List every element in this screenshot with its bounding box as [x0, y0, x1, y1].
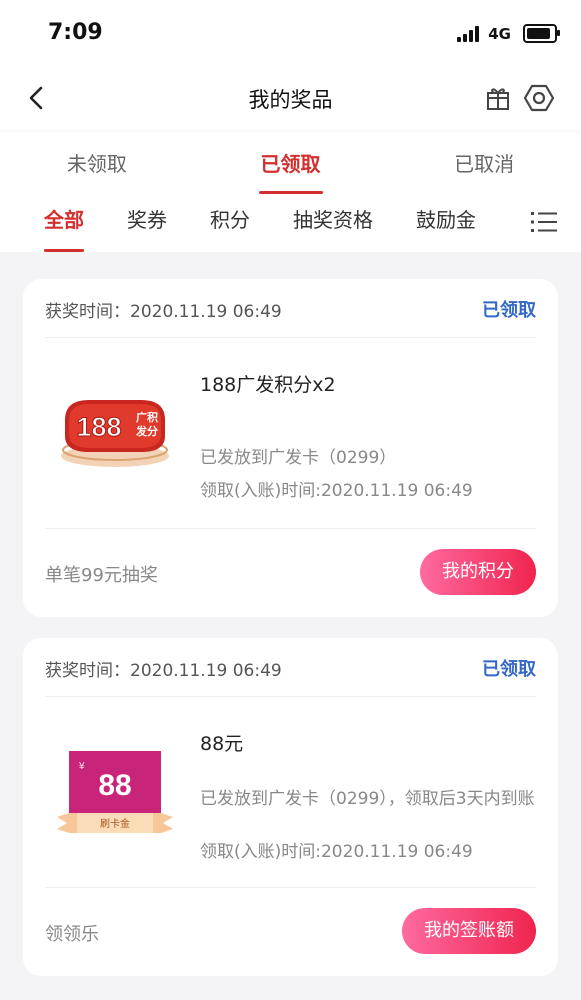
- card-header: 获奖时间：2020.11.19 06:49 已领取: [45, 638, 536, 697]
- win-time: 获奖时间：2020.11.19 06:49: [45, 661, 282, 681]
- delivery-info: 已发放到广发卡（0299），领取后3天内到账: [200, 789, 535, 809]
- prize-image-ribbon: 刷卡金: [100, 817, 130, 830]
- my-points-button[interactable]: 我的积分: [420, 549, 536, 595]
- cash-prize-image: ¥ 88 刷卡金: [57, 751, 173, 833]
- my-account-amount-button[interactable]: 我的签账额: [402, 908, 536, 954]
- prize-image-number: 188: [76, 412, 121, 442]
- network-type: 4G: [488, 24, 511, 43]
- category-tab-bonus[interactable]: 鼓励金: [416, 194, 476, 252]
- win-time: 获奖时间：2020.11.19 06:49: [45, 302, 282, 322]
- card-footer: 单笔99元抽奖 我的积分: [45, 529, 536, 617]
- category-tab-lottery[interactable]: 抽奖资格: [293, 194, 373, 252]
- category-tabs: 全部 奖券 积分 抽奖资格 鼓励金: [0, 194, 581, 252]
- category-tab-coupons[interactable]: 奖券: [127, 194, 167, 252]
- claim-status[interactable]: 已领取: [482, 296, 536, 322]
- delivery-info: 已发放到广发卡（0299）: [200, 448, 397, 468]
- tab-unclaimed[interactable]: 未领取: [0, 130, 194, 194]
- prize-source: 领领乐: [45, 924, 99, 945]
- received-time: 领取(入账)时间:2020.11.19 06:49: [200, 481, 473, 501]
- claim-status[interactable]: 已领取: [482, 655, 536, 681]
- prize-card: 获奖时间：2020.11.19 06:49 已领取 188 广积 发分 188广…: [23, 279, 558, 617]
- category-tab-points[interactable]: 积分: [210, 194, 250, 252]
- prize-name: 88元: [200, 733, 244, 755]
- prize-image-number: 88: [98, 769, 131, 802]
- prize-card: 获奖时间：2020.11.19 06:49 已领取 ¥ 88 刷卡金 88元 已…: [23, 638, 558, 976]
- tab-claimed[interactable]: 已领取: [194, 130, 388, 194]
- category-tab-all[interactable]: 全部: [44, 194, 84, 252]
- card-body: 188 广积 发分 188广发积分x2 已发放到广发卡（0299） 领取(入账)…: [45, 338, 536, 529]
- card-body: ¥ 88 刷卡金 88元 已发放到广发卡（0299），领取后3天内到账 领取(入…: [45, 697, 536, 888]
- gift-icon[interactable]: [485, 84, 511, 112]
- battery-icon: [523, 24, 560, 43]
- status-bar: 7:09 4G: [0, 0, 581, 68]
- card-footer: 领领乐 我的签账额: [45, 888, 536, 976]
- signal-icon: [457, 25, 480, 42]
- status-tabs: 未领取 已领取 已取消: [0, 130, 581, 194]
- settings-hexagon-icon[interactable]: [523, 82, 555, 114]
- received-time: 领取(入账)时间:2020.11.19 06:49: [200, 842, 473, 862]
- card-header: 获奖时间：2020.11.19 06:49 已领取: [45, 279, 536, 338]
- list-menu-icon[interactable]: [531, 210, 557, 234]
- prize-name: 188广发积分x2: [200, 374, 336, 396]
- prize-source: 单笔99元抽奖: [45, 565, 158, 586]
- prize-image-tag-top: 广积: [136, 410, 158, 424]
- prize-image-tag-bottom: 发分: [135, 424, 158, 438]
- currency-symbol: ¥: [78, 761, 85, 772]
- navigation-bar: 我的奖品: [0, 68, 581, 130]
- status-icons: 4G: [457, 24, 560, 43]
- status-time: 7:09: [48, 20, 103, 45]
- tab-cancelled[interactable]: 已取消: [387, 130, 581, 194]
- points-prize-image: 188 广积 发分: [61, 400, 169, 467]
